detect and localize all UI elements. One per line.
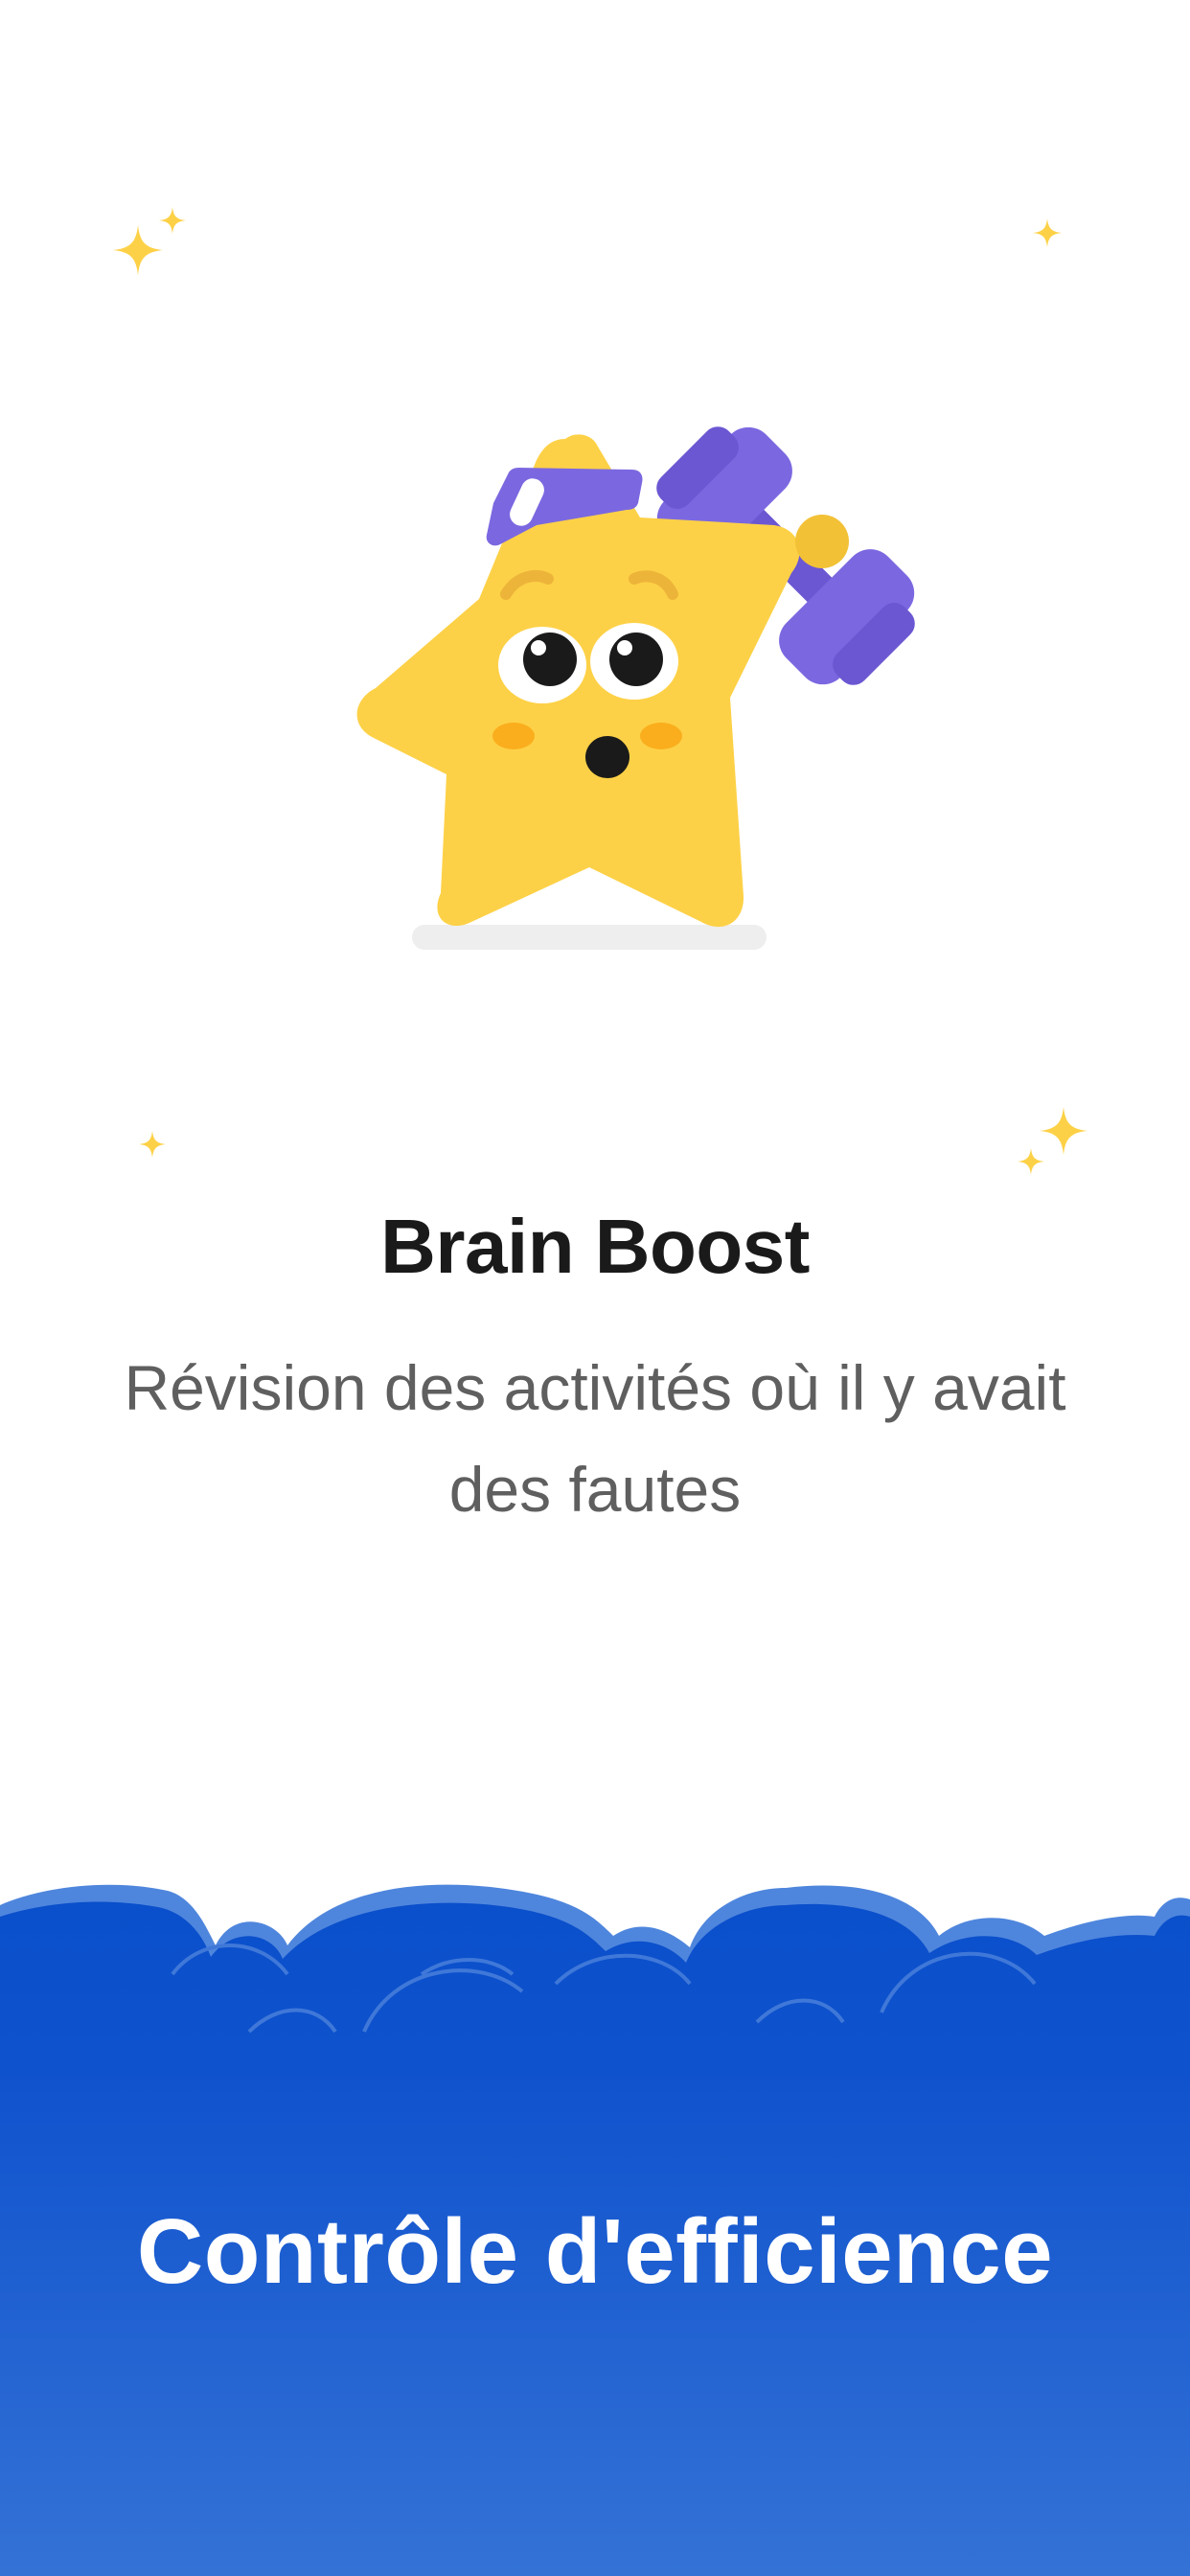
footer-banner: Contrôle d'efficience bbox=[0, 1878, 1190, 2576]
star-mascot-lifting-dumbbell-icon bbox=[356, 426, 915, 950]
onboarding-screen: Brain Boost Révision des activités où il… bbox=[0, 0, 1190, 2576]
page-title: Brain Boost bbox=[380, 1204, 810, 1289]
page-subtitle: Révision des activités où il y avait des… bbox=[124, 1352, 1066, 1525]
sparkle-icon bbox=[113, 225, 163, 275]
sparkle-icon bbox=[1033, 218, 1062, 247]
sparkle-icon bbox=[159, 207, 186, 234]
sparkle-icon bbox=[1040, 1107, 1087, 1155]
footer-title: Contrôle d'efficience bbox=[136, 2200, 1054, 2303]
sparkle-icon bbox=[139, 1131, 166, 1158]
sparkle-icon bbox=[1018, 1148, 1044, 1175]
